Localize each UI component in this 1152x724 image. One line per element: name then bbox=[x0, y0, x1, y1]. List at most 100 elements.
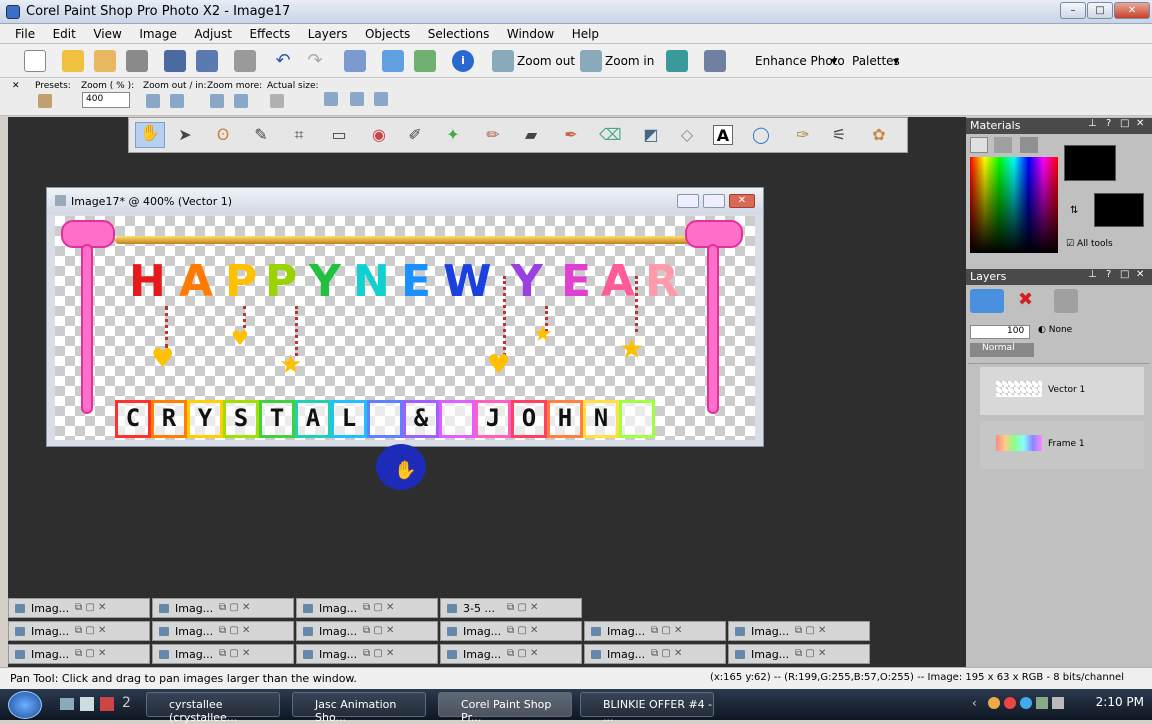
new-layer-icon[interactable] bbox=[970, 289, 1004, 313]
start-button[interactable] bbox=[8, 691, 42, 719]
minimized-image-window[interactable]: Imag... ⧉ ▢ ✕ bbox=[152, 598, 294, 618]
save-as-icon[interactable] bbox=[196, 50, 218, 72]
restore-maximize-close-icon[interactable]: ⧉ ▢ ✕ bbox=[75, 625, 106, 636]
scanner-icon[interactable] bbox=[126, 50, 148, 72]
tray-icon[interactable] bbox=[988, 697, 1000, 709]
materials-help-icon[interactable]: ? bbox=[1106, 118, 1111, 129]
zoom-in-label[interactable]: Zoom in bbox=[605, 54, 654, 68]
open-folder-icon[interactable] bbox=[62, 50, 84, 72]
pan-preset-icon[interactable] bbox=[38, 94, 52, 108]
image-window[interactable]: Image17* @ 400% (Vector 1) ✕ HAPPYNEWYEA… bbox=[46, 187, 764, 447]
all-tools-checkbox[interactable]: ☑ All tools bbox=[1066, 239, 1113, 249]
taskbar-item[interactable]: BLINKIE OFFER #4 - ... bbox=[580, 692, 714, 724]
menu-adjust[interactable]: Adjust bbox=[187, 24, 239, 41]
minimized-image-window[interactable]: Imag... ⧉ ▢ ✕ bbox=[296, 621, 438, 641]
layers-help-icon[interactable]: ? bbox=[1106, 269, 1111, 280]
image-canvas[interactable]: HAPPYNEWYEAR ♥ ♥ ★ ♥ ★ ★ C R Y S T A L & J O H N bbox=[55, 216, 755, 440]
minimized-image-window[interactable]: 3-5 ... ⧉ ▢ ✕ bbox=[440, 598, 582, 618]
pen-tool-icon[interactable]: ✑ bbox=[793, 125, 813, 145]
minimized-image-window[interactable]: Imag... ⧉ ▢ ✕ bbox=[440, 621, 582, 641]
menu-effects[interactable]: Effects bbox=[242, 24, 297, 41]
network-icon[interactable] bbox=[1036, 697, 1048, 709]
menu-file[interactable]: File bbox=[8, 24, 42, 41]
restore-maximize-close-icon[interactable]: ⧉ ▢ ✕ bbox=[651, 625, 682, 636]
menu-window[interactable]: Window bbox=[500, 24, 561, 41]
restore-maximize-close-icon[interactable]: ⧉ ▢ ✕ bbox=[507, 602, 538, 613]
zoom-in-small-icon[interactable] bbox=[170, 94, 184, 108]
minimized-image-window[interactable]: Imag... ⧉ ▢ ✕ bbox=[8, 644, 150, 664]
smudge-icon[interactable]: ✒ bbox=[561, 125, 581, 145]
layers-close-icon[interactable]: ✕ bbox=[1136, 269, 1144, 280]
frame-tab-icon[interactable] bbox=[970, 137, 988, 153]
crop-tool-icon[interactable]: ⌗ bbox=[289, 125, 309, 145]
menu-objects[interactable]: Objects bbox=[358, 24, 417, 41]
color-spectrum[interactable] bbox=[970, 157, 1058, 253]
restore-maximize-close-icon[interactable]: ⧉ ▢ ✕ bbox=[795, 648, 826, 659]
enhance-photo-chevron-icon[interactable]: ▾ bbox=[831, 54, 837, 68]
menu-view[interactable]: View bbox=[86, 24, 128, 41]
app-icon[interactable] bbox=[6, 5, 20, 19]
clock[interactable]: 2:10 PM bbox=[1096, 695, 1144, 709]
fit-screen-icon[interactable] bbox=[374, 92, 388, 106]
maximize-button[interactable]: □ bbox=[1087, 2, 1113, 19]
info-icon[interactable]: i bbox=[452, 50, 474, 72]
swatches-tab-icon[interactable] bbox=[1020, 137, 1038, 153]
warp-brush-icon[interactable]: ⚟ bbox=[829, 125, 849, 145]
undo-icon[interactable]: ↶ bbox=[272, 50, 294, 72]
arrange-icon[interactable] bbox=[704, 50, 726, 72]
zoom-out-label[interactable]: Zoom out bbox=[517, 54, 575, 68]
zoom-out-small-icon[interactable] bbox=[146, 94, 160, 108]
menu-image[interactable]: Image bbox=[132, 24, 184, 41]
fit-image-icon[interactable] bbox=[350, 92, 364, 106]
actual-size-icon[interactable] bbox=[270, 94, 284, 108]
quick-launch-icon[interactable]: 2 bbox=[122, 695, 131, 711]
minimized-image-window[interactable]: Imag... ⧉ ▢ ✕ bbox=[152, 621, 294, 641]
layer-row-frame-1[interactable]: Frame 1 bbox=[980, 421, 1144, 469]
taskbar-item[interactable]: Jasc Animation Sho... bbox=[292, 692, 426, 724]
swap-colors-icon[interactable]: ⇅ bbox=[1070, 205, 1088, 217]
restore-maximize-close-icon[interactable]: ⧉ ▢ ✕ bbox=[507, 648, 538, 659]
foreground-swatch[interactable] bbox=[1064, 145, 1116, 181]
clone-brush-icon[interactable]: ✦ bbox=[443, 125, 463, 145]
pick-tool-icon[interactable]: ➤ bbox=[175, 125, 195, 145]
restore-maximize-close-icon[interactable]: ⧉ ▢ ✕ bbox=[651, 648, 682, 659]
restore-maximize-close-icon[interactable]: ⧉ ▢ ✕ bbox=[507, 625, 538, 636]
show-desktop-icon[interactable] bbox=[60, 698, 74, 710]
layers-palette-icon[interactable] bbox=[382, 50, 404, 72]
browse-icon[interactable] bbox=[94, 50, 116, 72]
materials-close-icon[interactable]: ✕ bbox=[1136, 118, 1144, 129]
zoom-in-icon[interactable] bbox=[580, 50, 602, 72]
restore-maximize-close-icon[interactable]: ⧉ ▢ ✕ bbox=[363, 648, 394, 659]
materials-icon[interactable] bbox=[414, 50, 436, 72]
palettes-chevron-icon[interactable]: ▾ bbox=[893, 54, 899, 68]
layers-maximize-icon[interactable]: □ bbox=[1120, 269, 1129, 280]
menu-selections[interactable]: Selections bbox=[421, 24, 497, 41]
freehand-selection-icon[interactable]: ʘ bbox=[213, 125, 233, 145]
layer-properties-icon[interactable] bbox=[1054, 289, 1078, 313]
tray-icon[interactable] bbox=[1020, 697, 1032, 709]
materials-maximize-icon[interactable]: □ bbox=[1120, 118, 1129, 129]
paint-brush-icon[interactable]: ✏ bbox=[483, 125, 503, 145]
blend-mode-dropdown[interactable]: Normal bbox=[970, 343, 1034, 357]
quick-launch-icon[interactable] bbox=[80, 697, 94, 711]
new-file-icon[interactable] bbox=[24, 50, 46, 72]
delete-layer-icon[interactable]: ✖ bbox=[1018, 289, 1042, 313]
dock-close-icon[interactable]: ✕ bbox=[12, 81, 20, 91]
rainbow-tab-icon[interactable] bbox=[994, 137, 1012, 153]
new-raster-layer-icon[interactable] bbox=[344, 50, 366, 72]
minimized-image-window[interactable]: Imag... ⧉ ▢ ✕ bbox=[584, 644, 726, 664]
minimized-image-window[interactable]: Imag... ⧉ ▢ ✕ bbox=[584, 621, 726, 641]
minimized-image-window[interactable]: Imag... ⧉ ▢ ✕ bbox=[8, 621, 150, 641]
minimized-image-window[interactable]: Imag... ⧉ ▢ ✕ bbox=[728, 644, 870, 664]
materials-pin-icon[interactable]: ⊥ bbox=[1088, 118, 1097, 129]
menu-help[interactable]: Help bbox=[565, 24, 606, 41]
restore-maximize-close-icon[interactable]: ⧉ ▢ ✕ bbox=[219, 602, 250, 613]
image-close-button[interactable]: ✕ bbox=[729, 194, 755, 208]
art-media-icon[interactable]: ✿ bbox=[869, 125, 889, 145]
makeover-tool-icon[interactable]: ✐ bbox=[405, 125, 425, 145]
zoom-out-icon[interactable] bbox=[492, 50, 514, 72]
layers-pin-icon[interactable]: ⊥ bbox=[1088, 269, 1097, 280]
fit-window-icon[interactable] bbox=[324, 92, 338, 106]
straighten-tool-icon[interactable]: ▭ bbox=[329, 125, 349, 145]
print-icon[interactable] bbox=[234, 50, 256, 72]
